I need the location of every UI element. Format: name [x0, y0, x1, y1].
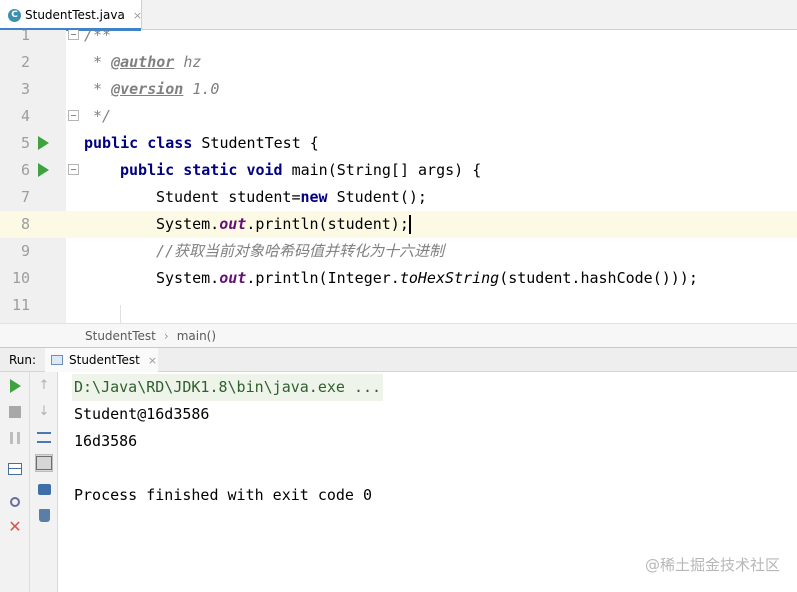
code-text: //获取当前对象哈希码值并转化为十六进制	[156, 242, 445, 260]
line-number: 4	[20, 107, 30, 125]
run-class-icon[interactable]	[38, 136, 49, 150]
run-tool-window-header: Run: StudentTest ×	[0, 347, 797, 372]
arrow-down-icon: ↓	[38, 403, 50, 419]
close-run-button[interactable]: ✕	[6, 518, 24, 536]
run-config-icon	[51, 355, 63, 365]
code-editor[interactable]: 1 /** 2 * @author hz 3 * @version 1.0 4 …	[0, 30, 797, 323]
run-label: Run:	[9, 353, 37, 367]
breadcrumb: StudentTest › main()	[0, 323, 797, 347]
line-number: 10	[11, 269, 30, 287]
run-tab-studenttest[interactable]: StudentTest ×	[45, 348, 158, 372]
code-text: Student student=new Student();	[156, 188, 427, 206]
trash-icon	[38, 508, 50, 522]
line-number: 6	[20, 161, 30, 179]
rerun-button[interactable]	[6, 377, 24, 395]
code-line: 6 public static void main(String[] args)…	[0, 157, 797, 184]
console-exit-line: Process finished with exit code 0	[74, 486, 373, 504]
close-icon[interactable]: ×	[133, 9, 142, 22]
run-icon	[9, 379, 21, 393]
code-line: 1 /**	[0, 30, 797, 49]
pin-tab-button[interactable]	[6, 493, 24, 511]
restore-layout-button[interactable]	[6, 460, 24, 478]
code-line: 7 Student student=new Student();	[0, 184, 797, 211]
fold-icon[interactable]	[68, 164, 79, 175]
code-line: 9 //获取当前对象哈希码值并转化为十六进制	[0, 238, 797, 265]
scroll-to-end-icon	[36, 456, 52, 470]
print-icon	[37, 483, 51, 495]
tab-filename: StudentTest.java	[25, 8, 125, 22]
layout-icon	[8, 463, 22, 475]
breadcrumb-separator: ›	[163, 328, 169, 343]
run-toolbar-primary: ✕	[0, 372, 30, 592]
code-text: * @author hz	[84, 53, 202, 71]
print-button[interactable]	[35, 480, 53, 498]
code-text: public class StudentTest {	[84, 134, 319, 152]
scroll-to-end-button[interactable]	[35, 454, 53, 472]
editor-tab-bar: C StudentTest.java ×	[0, 0, 797, 31]
line-number: 11	[11, 296, 30, 314]
breadcrumb-method[interactable]: main()	[177, 329, 216, 343]
line-number: 7	[20, 188, 30, 206]
java-class-icon: C	[8, 8, 21, 22]
clear-all-button[interactable]	[35, 506, 53, 524]
close-icon[interactable]: ×	[148, 354, 157, 367]
fold-icon[interactable]	[68, 110, 79, 121]
code-text: */	[84, 107, 112, 125]
line-number: 5	[20, 134, 30, 152]
stop-button[interactable]	[6, 403, 24, 421]
editor-tab-studenttest[interactable]: C StudentTest.java ×	[0, 0, 142, 31]
code-line: 3 * @version 1.0	[0, 76, 797, 103]
code-text: /**	[84, 30, 112, 44]
soft-wrap-icon	[37, 431, 51, 443]
stop-icon	[9, 406, 21, 418]
code-line-current: 8 System.out.println(student);	[0, 211, 797, 238]
soft-wrap-button[interactable]	[35, 428, 53, 446]
text-caret	[408, 215, 411, 234]
code-line: 2 * @author hz	[0, 49, 797, 76]
run-toolbar-secondary: ↑ ↓	[30, 372, 58, 592]
console-command-line[interactable]: D:\Java\RD\JDK1.8\bin\java.exe ...	[72, 374, 384, 401]
watermark: @稀土掘金技术社区	[644, 556, 780, 574]
breadcrumb-class[interactable]: StudentTest	[85, 329, 156, 343]
line-number: 8	[0, 211, 30, 238]
code-text: System.out.println(Integer.toHexString(s…	[156, 269, 698, 287]
fold-icon[interactable]	[68, 30, 79, 40]
pause-button[interactable]	[6, 429, 24, 447]
console-output-line: 16d3586	[74, 432, 138, 450]
code-line: 5 public class StudentTest {	[0, 130, 797, 157]
previous-occurrence-button[interactable]: ↑	[35, 376, 53, 394]
code-text: public static void main(String[] args) {	[120, 161, 482, 179]
code-line: 4 */	[0, 103, 797, 130]
line-number: 1	[20, 30, 30, 44]
indent-guide	[120, 305, 121, 323]
next-occurrence-button[interactable]: ↓	[35, 402, 53, 420]
code-line: 10 System.out.println(Integer.toHexStrin…	[0, 265, 797, 292]
code-text: * @version 1.0	[84, 80, 220, 98]
console-output-line: Student@16d3586	[74, 405, 210, 423]
pause-icon	[10, 432, 20, 444]
pin-icon	[10, 497, 20, 507]
run-method-icon[interactable]	[38, 163, 49, 177]
close-icon: ✕	[8, 517, 22, 536]
arrow-up-icon: ↑	[38, 377, 50, 393]
code-text: System.out.println(student);	[156, 215, 411, 234]
line-number: 9	[20, 242, 30, 260]
line-number: 2	[20, 53, 30, 71]
run-tab-name: StudentTest	[69, 353, 140, 367]
line-number: 3	[20, 80, 30, 98]
run-console[interactable]: D:\Java\RD\JDK1.8\bin\java.exe ... Stude…	[58, 372, 797, 592]
